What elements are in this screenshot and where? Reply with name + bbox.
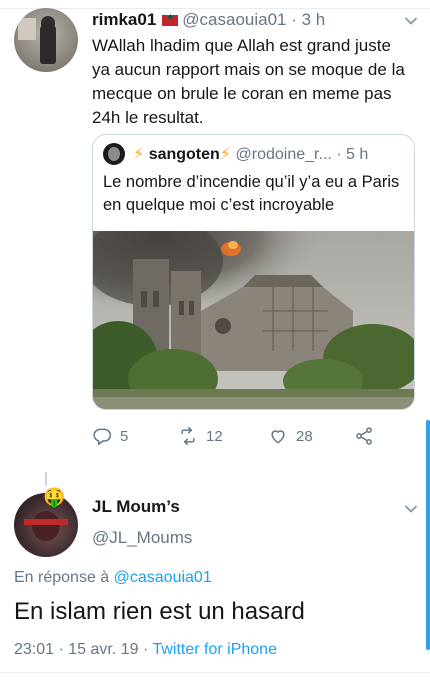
user-handle[interactable]: @casaouia01 <box>182 10 286 29</box>
user-name[interactable]: rimka01 <box>92 10 156 29</box>
tweet-meta: 23:01 · 15 avr. 19 · Twitter for iPhone <box>14 641 277 659</box>
reply-button[interactable]: 5 <box>92 424 128 448</box>
lightning-icon-2: ⚡ <box>219 146 232 163</box>
tweet-actions: 5 12 28 <box>92 424 392 448</box>
tweet-text: WAllah lhadim que Allah est grand juste … <box>92 36 405 127</box>
quoted-text: Le nombre d’incendie qu’il y’a eu a Pari… <box>103 173 400 214</box>
quoted-time: · 5 h <box>336 146 369 163</box>
lightning-icon: ⚡ <box>133 146 145 163</box>
retweet-count: 12 <box>206 427 223 445</box>
like-button[interactable]: 28 <box>268 424 313 448</box>
top-divider <box>0 8 430 9</box>
source-link[interactable]: Twitter for iPhone <box>152 641 277 658</box>
reply-icon <box>93 428 112 446</box>
cathedral-fire-photo[interactable] <box>93 231 415 410</box>
morocco-flag-icon <box>162 12 179 26</box>
quoted-avatar <box>103 143 125 165</box>
reply-context: En réponse à @casaouia01 <box>14 569 212 587</box>
tweet-header: rimka01 @casaouia01 · 3 h <box>92 10 422 30</box>
quoted-user-handle: @rodoine_r... <box>235 146 332 163</box>
chevron-down-icon[interactable] <box>404 14 418 28</box>
share-button[interactable] <box>354 424 382 448</box>
quoted-user-name: sangoten <box>148 146 220 163</box>
chevron-down-icon-2[interactable] <box>404 502 418 516</box>
reply-prefix: En réponse à <box>14 569 110 586</box>
user-name-2[interactable]: JL Moum’s <box>92 497 180 517</box>
money-face-emoji: 🤑 <box>43 487 66 507</box>
reply-to-link[interactable]: @casaouia01 <box>114 569 212 586</box>
reply-count: 5 <box>120 427 129 445</box>
quoted-header: ⚡ sangoten⚡ @rodoine_r... · 5 h <box>133 144 413 164</box>
scrollbar[interactable] <box>426 420 430 650</box>
quoted-tweet-card[interactable]: ⚡ sangoten⚡ @rodoine_r... · 5 h Le nombr… <box>92 134 415 410</box>
like-count: 28 <box>296 427 313 445</box>
bottom-divider <box>0 672 430 673</box>
avatar[interactable] <box>14 8 78 72</box>
timestamp: 23:01 · 15 avr. 19 · <box>14 641 149 658</box>
user-handle-2[interactable]: @JL_Moums <box>92 528 192 548</box>
share-icon <box>356 427 372 445</box>
retweet-button[interactable]: 12 <box>178 424 223 448</box>
heart-icon <box>271 430 285 444</box>
retweet-icon <box>181 426 195 446</box>
thread-line <box>45 472 47 486</box>
tweet-time[interactable]: · 3 h <box>291 10 325 29</box>
tweet-text-2: En islam rien est un hasard <box>14 598 305 625</box>
